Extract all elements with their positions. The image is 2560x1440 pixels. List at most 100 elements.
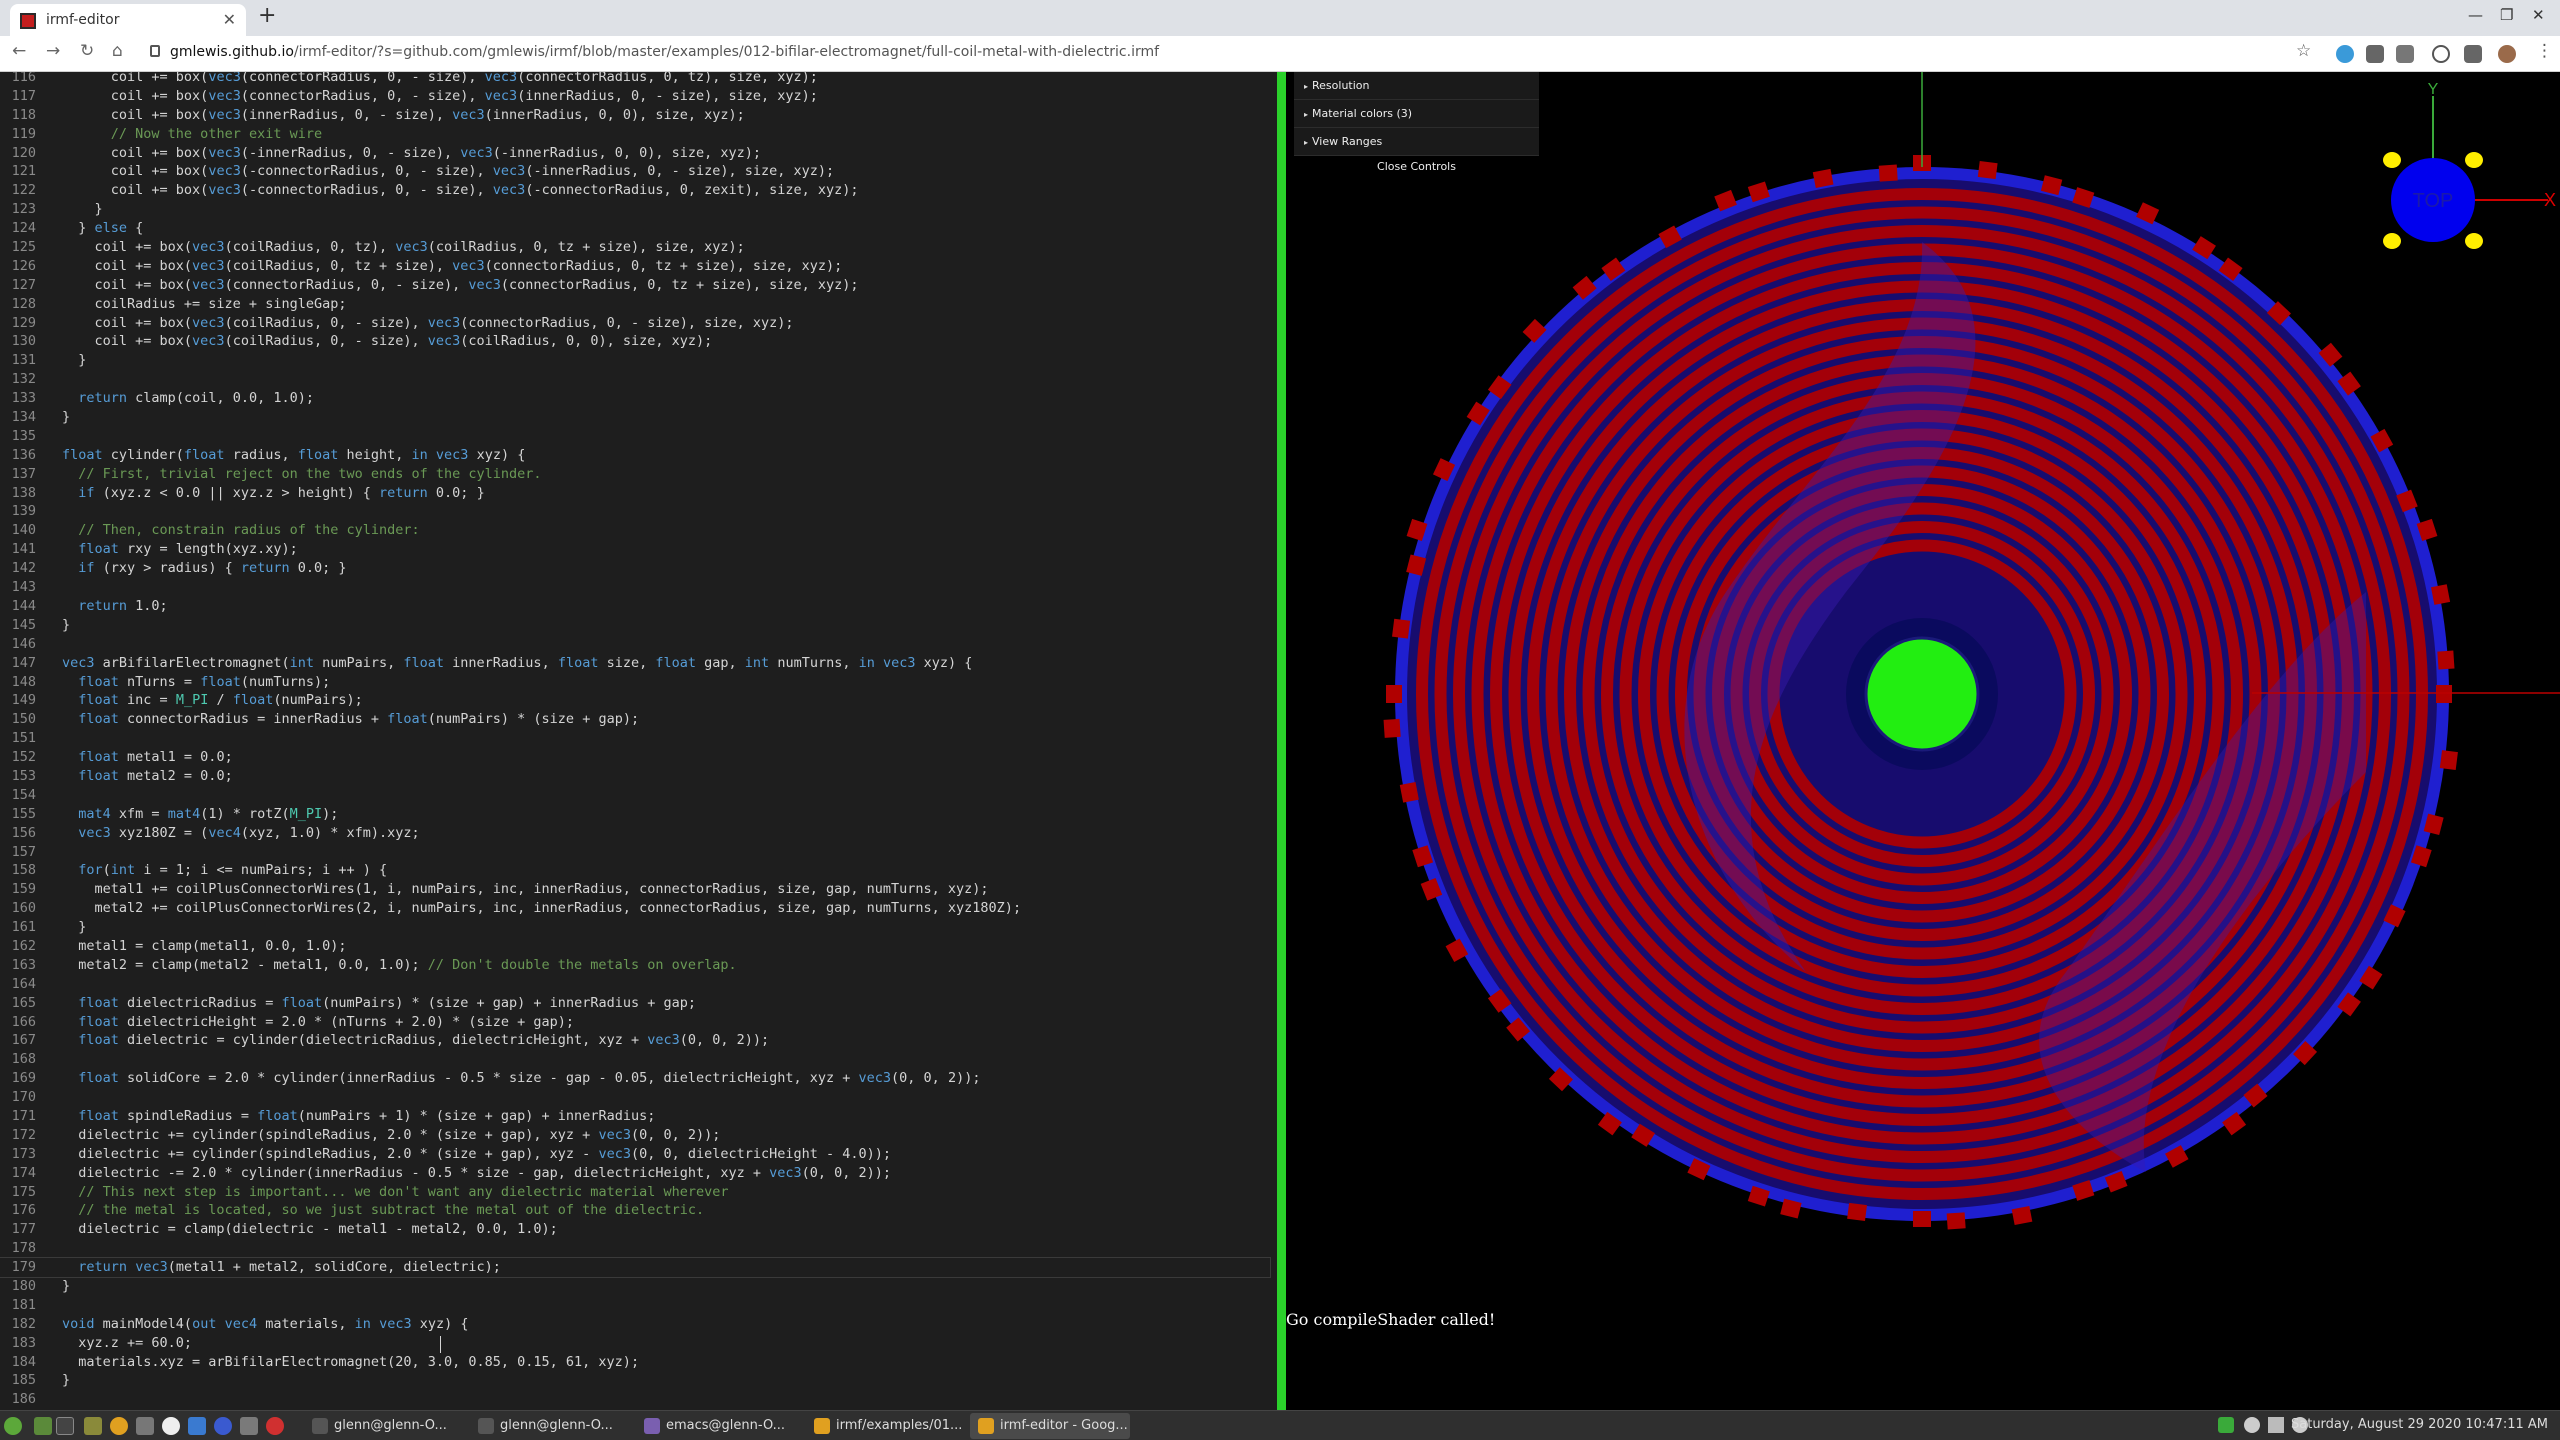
chrome-launcher-icon[interactable]: [110, 1417, 128, 1435]
code-line[interactable]: 129 coil += box(vec3(coilRadius, 0, - si…: [0, 314, 1270, 333]
maximize-icon[interactable]: ❐: [2500, 6, 2513, 24]
nav-cube-corner[interactable]: [2465, 152, 2483, 168]
code-line[interactable]: 143: [0, 578, 1270, 597]
code-line[interactable]: 116 coil += box(vec3(connectorRadius, 0,…: [0, 72, 1270, 87]
code-line[interactable]: 131 }: [0, 351, 1270, 370]
app-launcher-icon[interactable]: [162, 1417, 180, 1435]
code-line[interactable]: 186: [0, 1390, 1270, 1409]
user-icon[interactable]: [2244, 1417, 2260, 1433]
viewer-scene[interactable]: TOP Y X: [1286, 72, 2560, 1410]
tab-close-icon[interactable]: ✕: [223, 10, 236, 29]
extension-icon[interactable]: [2396, 45, 2414, 63]
close-controls-button[interactable]: Close Controls: [1294, 156, 1539, 178]
minimize-icon[interactable]: —: [2468, 6, 2483, 24]
taskbar-task[interactable]: glenn@glenn-O...: [304, 1413, 464, 1439]
code-line[interactable]: 128 coilRadius += size + singleGap;: [0, 295, 1270, 314]
code-line[interactable]: 126 coil += box(vec3(coilRadius, 0, tz +…: [0, 257, 1270, 276]
code-line[interactable]: 127 coil += box(vec3(connectorRadius, 0,…: [0, 276, 1270, 295]
code-line[interactable]: 136 float cylinder(float radius, float he…: [0, 446, 1270, 465]
code-line[interactable]: 145}: [0, 616, 1270, 635]
code-line[interactable]: 124 } else {: [0, 219, 1270, 238]
code-line[interactable]: 149 float inc = M_PI / float(numPairs);: [0, 691, 1270, 710]
code-line[interactable]: 142 if (rxy > radius) { return 0.0; }: [0, 559, 1270, 578]
code-line[interactable]: 163 metal2 = clamp(metal2 - metal1, 0.0,…: [0, 956, 1270, 975]
app-launcher-icon[interactable]: [240, 1417, 258, 1435]
home-icon[interactable]: ⌂: [112, 41, 123, 61]
extension-drop-icon[interactable]: [2336, 45, 2354, 63]
code-line[interactable]: 151: [0, 729, 1270, 748]
code-line[interactable]: 155 mat4 xfm = mat4(1) * rotZ(M_PI);: [0, 805, 1270, 824]
code-line[interactable]: 172 dielectric += cylinder(spindleRadius…: [0, 1126, 1270, 1145]
code-line[interactable]: 117 coil += box(vec3(connectorRadius, 0,…: [0, 87, 1270, 106]
extensions-puzzle-icon[interactable]: [2464, 45, 2482, 63]
code-line[interactable]: 141 float rxy = length(xyz.xy);: [0, 540, 1270, 559]
code-line[interactable]: 150 float connectorRadius = innerRadius …: [0, 710, 1270, 729]
code-line[interactable]: 118 coil += box(vec3(innerRadius, 0, - s…: [0, 106, 1270, 125]
clock[interactable]: Saturday, August 29 2020 10:47:11 AM: [2291, 1417, 2548, 1432]
view-ranges-folder[interactable]: ▸ View Ranges: [1294, 128, 1539, 156]
resolution-folder[interactable]: ▸ Resolution: [1294, 72, 1539, 100]
code-line[interactable]: 121 coil += box(vec3(-connectorRadius, 0…: [0, 162, 1270, 181]
code-line[interactable]: 158 for(int i = 1; i <= numPairs; i ++ )…: [0, 861, 1270, 880]
camera-icon[interactable]: [136, 1417, 154, 1435]
code-line[interactable]: 174 dielectric -= 2.0 * cylinder(innerRa…: [0, 1164, 1270, 1183]
code-line[interactable]: 160 metal2 += coilPlusConnectorWires(2, …: [0, 899, 1270, 918]
forward-icon[interactable]: →: [46, 41, 60, 61]
reload-icon[interactable]: ↻: [80, 41, 94, 61]
address-bar[interactable]: gmlewis.github.io/irmf-editor/?s=github.…: [170, 44, 1159, 60]
code-line[interactable]: 130 coil += box(vec3(coilRadius, 0, - si…: [0, 332, 1270, 351]
code-line[interactable]: 146: [0, 635, 1270, 654]
splitter-handle[interactable]: [1277, 72, 1286, 1410]
code-line[interactable]: 178: [0, 1239, 1270, 1258]
code-line[interactable]: 132: [0, 370, 1270, 389]
code-line[interactable]: 139: [0, 502, 1270, 521]
taskbar-task[interactable]: emacs@glenn-O...: [636, 1413, 796, 1439]
code-line[interactable]: 162 metal1 = clamp(metal1, 0.0, 1.0);: [0, 937, 1270, 956]
code-line[interactable]: 138 if (xyz.z < 0.0 || xyz.z > height) {…: [0, 484, 1270, 503]
bookmark-star-icon[interactable]: ☆: [2296, 41, 2311, 61]
code-line[interactable]: 164: [0, 975, 1270, 994]
code-line[interactable]: 165 float dielectricRadius = float(numPa…: [0, 994, 1270, 1013]
model-viewer[interactable]: TOP Y X ▸ Resolution ▸ Material colors (3)…: [1286, 72, 2560, 1410]
extension-icon[interactable]: [2366, 45, 2384, 63]
taskbar-task[interactable]: irmf/examples/01...: [806, 1413, 966, 1439]
code-line[interactable]: 154: [0, 786, 1270, 805]
start-menu-icon[interactable]: [4, 1417, 22, 1435]
code-line[interactable]: 147 vec3 arBifilarElectromagnet(int numPa…: [0, 654, 1270, 673]
code-line[interactable]: 166 float dielectricHeight = 2.0 * (nTur…: [0, 1013, 1270, 1032]
code-line[interactable]: 176 // the metal is located, so we just …: [0, 1201, 1270, 1220]
back-icon[interactable]: ←: [12, 41, 26, 61]
code-line[interactable]: 181: [0, 1296, 1270, 1315]
app-launcher-icon[interactable]: [188, 1417, 206, 1435]
taskbar-task[interactable]: irmf-editor - Goog...: [970, 1413, 1130, 1439]
code-line[interactable]: 120 coil += box(vec3(-innerRadius, 0, - …: [0, 144, 1270, 163]
code-line[interactable]: 148 float nTurns = float(numTurns);: [0, 673, 1270, 692]
menu-dots-icon[interactable]: ⋮: [2536, 41, 2553, 61]
material-colors-folder[interactable]: ▸ Material colors (3): [1294, 100, 1539, 128]
code-line[interactable]: 144 return 1.0;: [0, 597, 1270, 616]
nav-cube-corner[interactable]: [2383, 233, 2401, 249]
code-line[interactable]: 123 }: [0, 200, 1270, 219]
terminal-launcher-icon[interactable]: [56, 1417, 74, 1435]
network-icon[interactable]: [2268, 1417, 2284, 1433]
nav-cube-corner[interactable]: [2383, 152, 2401, 168]
code-line[interactable]: 179 return vec3(metal1 + metal2, solidCo…: [0, 1257, 1271, 1278]
code-line[interactable]: 125 coil += box(vec3(coilRadius, 0, tz),…: [0, 238, 1270, 257]
code-line[interactable]: 173 dielectric += cylinder(spindleRadius…: [0, 1145, 1270, 1164]
profile-avatar[interactable]: [2498, 45, 2516, 63]
show-desktop-icon[interactable]: [34, 1417, 52, 1435]
code-line[interactable]: 161 }: [0, 918, 1270, 937]
close-window-icon[interactable]: ✕: [2532, 6, 2545, 24]
app-launcher-icon[interactable]: [266, 1417, 284, 1435]
code-line[interactable]: 182 void mainModel4(out vec4 materials, i…: [0, 1315, 1270, 1334]
shield-icon[interactable]: [2218, 1417, 2234, 1433]
code-line[interactable]: 170: [0, 1088, 1270, 1107]
app-launcher-icon[interactable]: [214, 1417, 232, 1435]
code-line[interactable]: 185}: [0, 1371, 1270, 1390]
code-line[interactable]: 177 dielectric = clamp(dielectric - meta…: [0, 1220, 1270, 1239]
code-line[interactable]: 134}: [0, 408, 1270, 427]
code-line[interactable]: 133 return clamp(coil, 0.0, 1.0);: [0, 389, 1270, 408]
code-line[interactable]: 167 float dielectric = cylinder(dielectr…: [0, 1031, 1270, 1050]
nav-cube[interactable]: TOP Y X: [2383, 81, 2556, 249]
taskbar-task[interactable]: glenn@glenn-O...: [470, 1413, 630, 1439]
